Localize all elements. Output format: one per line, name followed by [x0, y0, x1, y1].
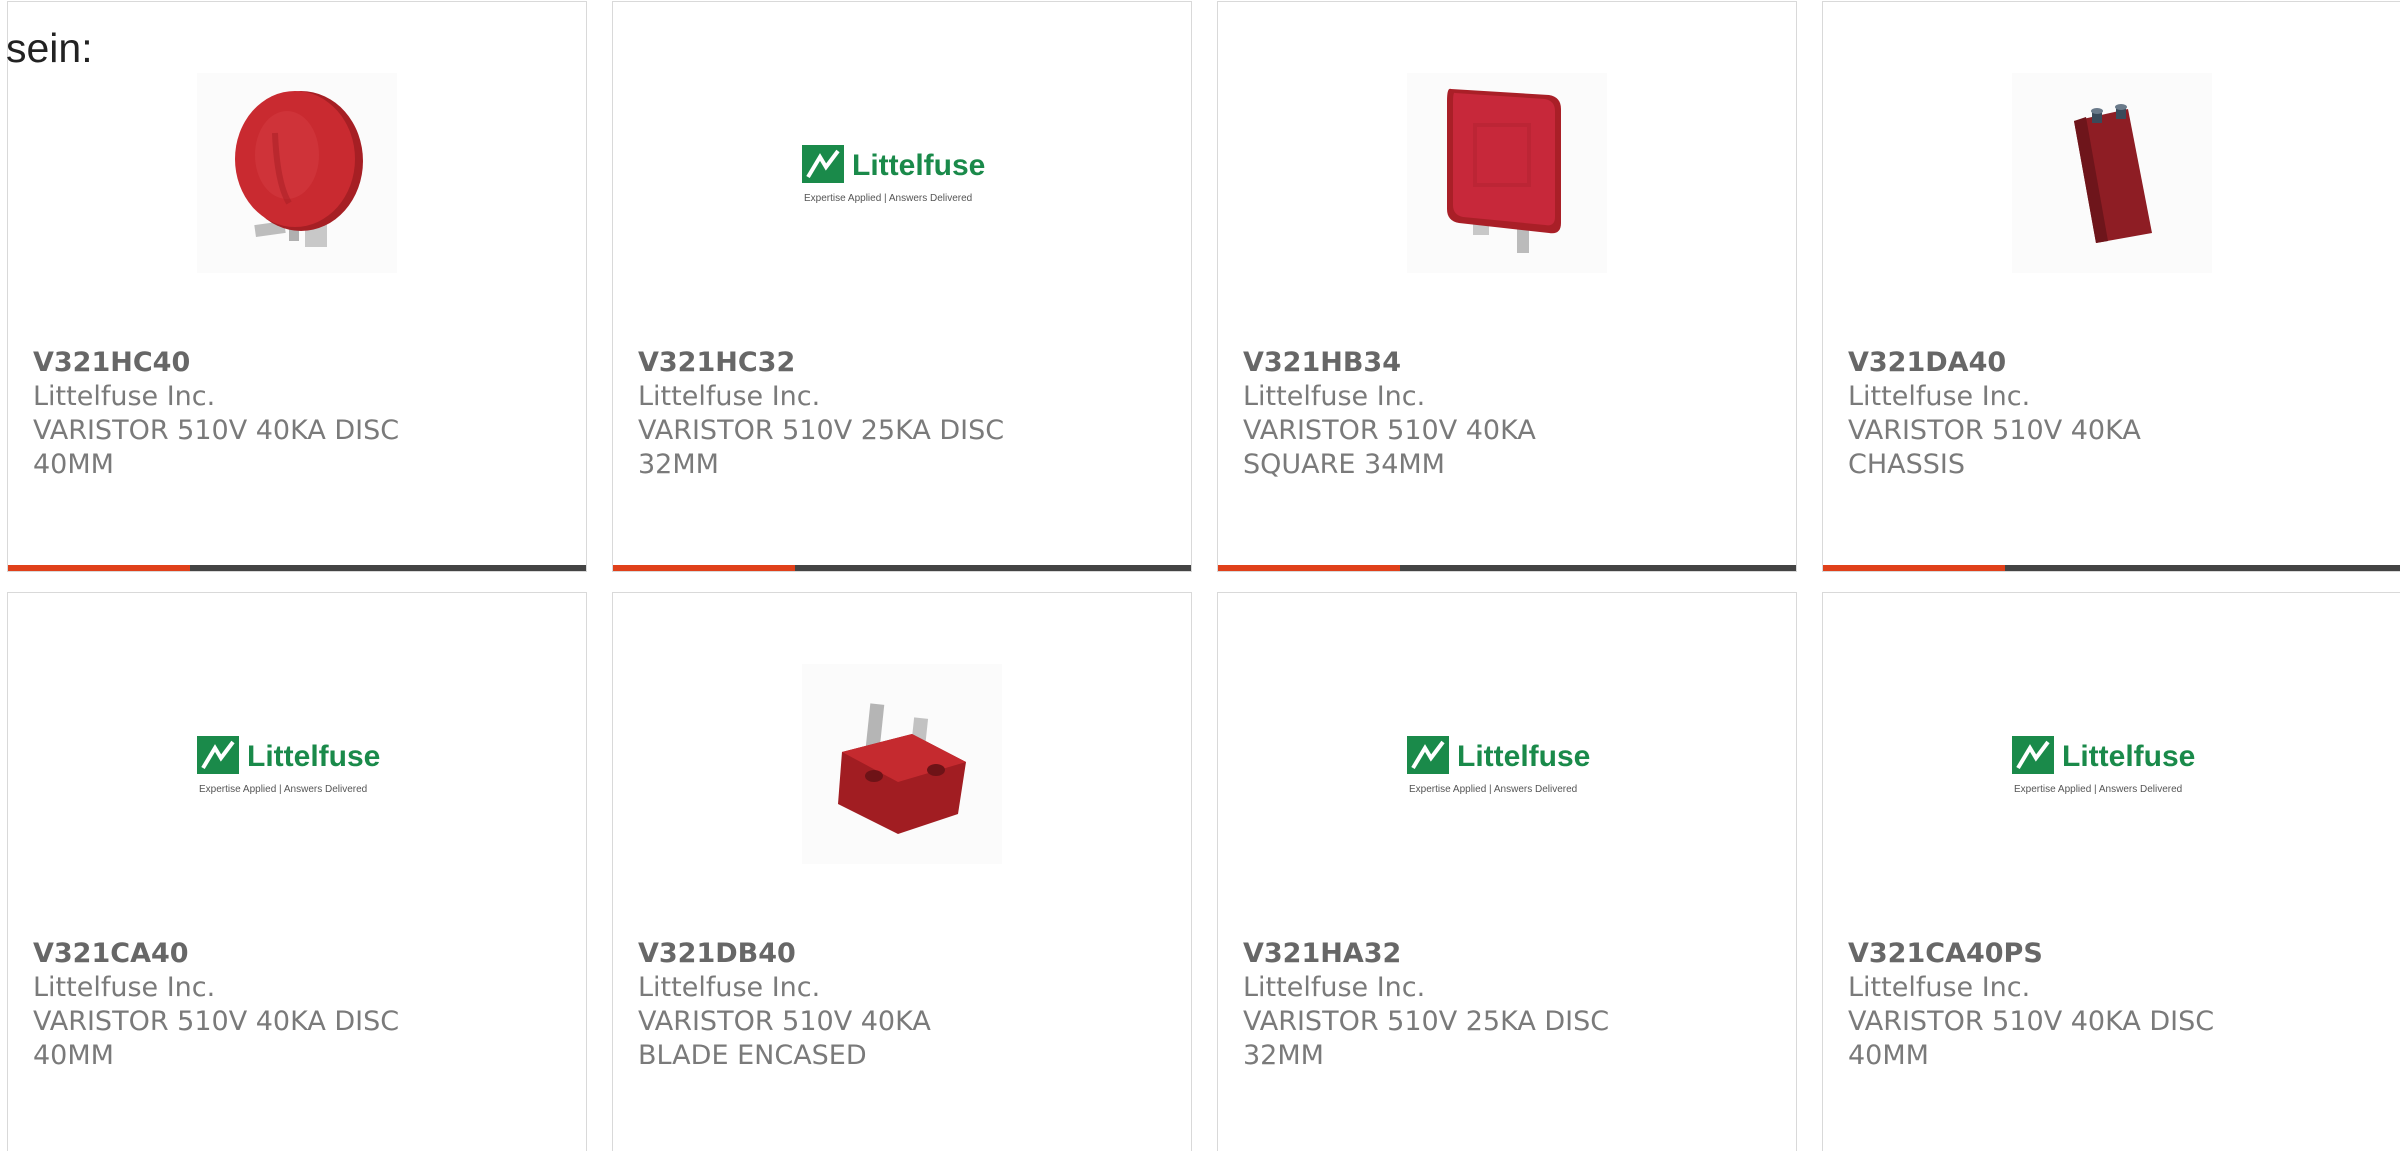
- product-card[interactable]: Littelfuse Expertise Applied | Answers D…: [7, 592, 587, 1151]
- card-bottom-bar: [613, 565, 1191, 571]
- description: VARISTOR 510V 25KA DISC 32MM: [638, 415, 1005, 480]
- svg-text:Expertise Applied | Answers De: Expertise Applied | Answers Delivered: [2014, 784, 2182, 795]
- description: VARISTOR 510V 40KA SQUARE 34MM: [1243, 415, 1536, 480]
- manufacturer: Littelfuse Inc.: [638, 972, 821, 1003]
- manufacturer: Littelfuse Inc.: [1848, 381, 2031, 412]
- product-image-logo[interactable]: Littelfuse Expertise Applied | Answers D…: [802, 73, 1002, 273]
- littelfuse-logo-icon: Littelfuse Expertise Applied | Answers D…: [1407, 736, 1590, 795]
- svg-text:Littelfuse: Littelfuse: [1457, 740, 1590, 773]
- product-image-square-varistor[interactable]: [1407, 73, 1607, 273]
- square-varistor-icon: [1407, 73, 1607, 273]
- description: VARISTOR 510V 40KA DISC 40MM: [33, 415, 400, 480]
- product-card[interactable]: Littelfuse Expertise Applied | Answers D…: [612, 1, 1192, 572]
- description: VARISTOR 510V 25KA DISC 32MM: [1243, 1006, 1610, 1071]
- part-number[interactable]: V321HA32: [1243, 937, 1776, 971]
- product-image-chassis-varistor[interactable]: [2012, 73, 2212, 273]
- product-card[interactable]: V321HB34 Littelfuse Inc. VARISTOR 510V 4…: [1217, 1, 1797, 572]
- product-image-blade-varistor[interactable]: [802, 664, 1002, 864]
- svg-text:Littelfuse: Littelfuse: [247, 740, 380, 773]
- part-number[interactable]: V321CA40PS: [1848, 937, 2381, 971]
- part-number[interactable]: V321HB34: [1243, 346, 1776, 380]
- part-number[interactable]: V321DB40: [638, 937, 1171, 971]
- card-bottom-bar: [1823, 565, 2400, 571]
- part-number[interactable]: V321DA40: [1848, 346, 2381, 380]
- page: sein: V321HC40 Littelfuse Inc. VARISTOR …: [0, 0, 2400, 1151]
- svg-text:Expertise Applied | Answers De: Expertise Applied | Answers Delivered: [199, 784, 367, 795]
- intro-text: sein:: [6, 25, 93, 71]
- manufacturer: Littelfuse Inc.: [33, 381, 216, 412]
- product-card[interactable]: V321DB40 Littelfuse Inc. VARISTOR 510V 4…: [612, 592, 1192, 1151]
- manufacturer: Littelfuse Inc.: [33, 972, 216, 1003]
- blade-varistor-icon: [802, 664, 1002, 864]
- manufacturer: Littelfuse Inc.: [638, 381, 821, 412]
- product-card[interactable]: V321HC40 Littelfuse Inc. VARISTOR 510V 4…: [7, 1, 587, 572]
- part-number[interactable]: V321HC40: [33, 346, 566, 380]
- manufacturer: Littelfuse Inc.: [1243, 972, 1426, 1003]
- card-bottom-bar: [1218, 565, 1796, 571]
- manufacturer: Littelfuse Inc.: [1848, 972, 2031, 1003]
- card-bottom-bar: [8, 565, 586, 571]
- product-image-logo[interactable]: Littelfuse Expertise Applied | Answers D…: [1407, 664, 1607, 864]
- description: VARISTOR 510V 40KA BLADE ENCASED: [638, 1006, 931, 1071]
- product-image-logo[interactable]: Littelfuse Expertise Applied | Answers D…: [197, 664, 397, 864]
- description: VARISTOR 510V 40KA DISC 40MM: [1848, 1006, 2215, 1071]
- littelfuse-logo-icon: Littelfuse Expertise Applied | Answers D…: [802, 145, 985, 204]
- part-number[interactable]: V321HC32: [638, 346, 1171, 380]
- product-card[interactable]: Littelfuse Expertise Applied | Answers D…: [1217, 592, 1797, 1151]
- manufacturer: Littelfuse Inc.: [1243, 381, 1426, 412]
- littelfuse-logo-icon: Littelfuse Expertise Applied | Answers D…: [197, 736, 380, 795]
- product-grid: V321HC40 Littelfuse Inc. VARISTOR 510V 4…: [7, 1, 2400, 572]
- product-card[interactable]: Littelfuse Expertise Applied | Answers D…: [1822, 592, 2400, 1151]
- product-image-logo[interactable]: Littelfuse Expertise Applied | Answers D…: [2012, 664, 2212, 864]
- disc-varistor-icon: [197, 73, 397, 273]
- littelfuse-logo-icon: Littelfuse Expertise Applied | Answers D…: [2012, 736, 2195, 795]
- product-image-disc-varistor[interactable]: [197, 73, 397, 273]
- svg-text:Expertise Applied | Answers De: Expertise Applied | Answers Delivered: [804, 193, 972, 204]
- description: VARISTOR 510V 40KA CHASSIS: [1848, 415, 2141, 480]
- product-grid-row-2: Littelfuse Expertise Applied | Answers D…: [7, 592, 2400, 1151]
- svg-text:Expertise Applied | Answers De: Expertise Applied | Answers Delivered: [1409, 784, 1577, 795]
- part-number[interactable]: V321CA40: [33, 937, 566, 971]
- product-card[interactable]: V321DA40 Littelfuse Inc. VARISTOR 510V 4…: [1822, 1, 2400, 572]
- chassis-varistor-icon: [2012, 73, 2212, 273]
- svg-text:Littelfuse: Littelfuse: [2062, 740, 2195, 773]
- svg-text:Littelfuse: Littelfuse: [852, 149, 985, 182]
- description: VARISTOR 510V 40KA DISC 40MM: [33, 1006, 400, 1071]
